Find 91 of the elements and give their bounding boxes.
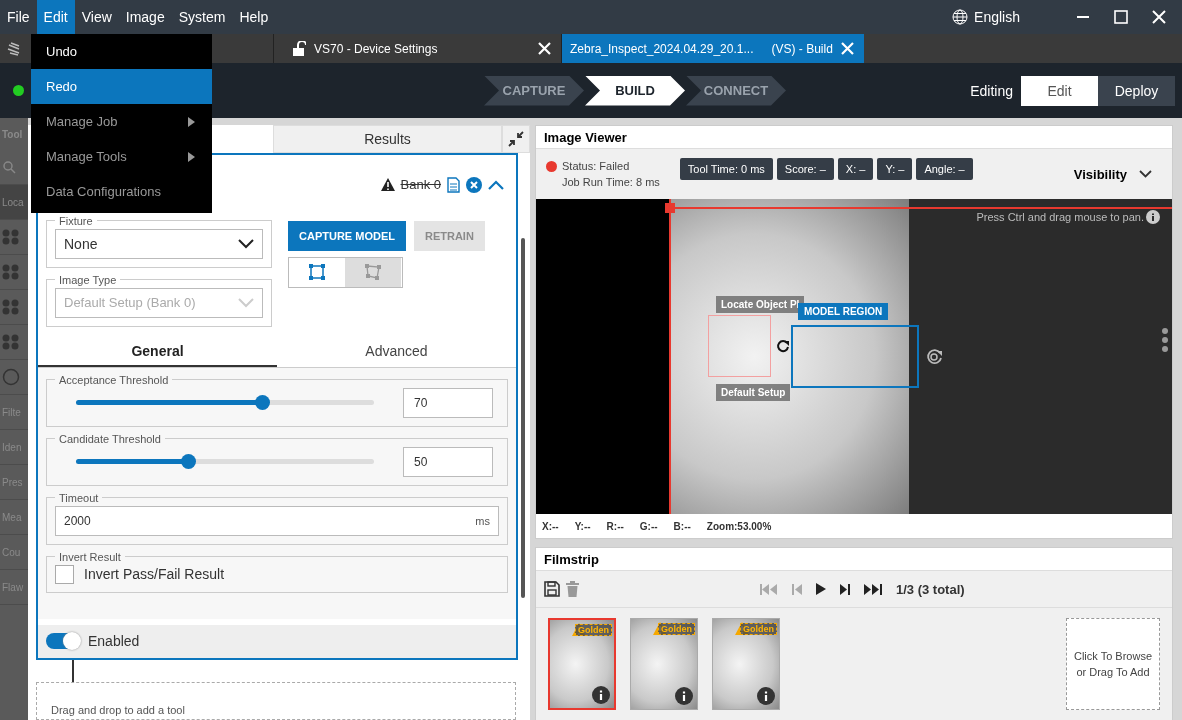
visibility-dropdown[interactable]: Visibility	[1073, 166, 1152, 182]
info-icon[interactable]	[1146, 210, 1160, 224]
play-icon[interactable]	[816, 583, 826, 595]
image-thumbnail[interactable]: Golden	[548, 618, 616, 710]
model-button[interactable]: CAPTURE MODEL	[288, 221, 406, 251]
status-text: Status: Failed	[562, 160, 630, 172]
menu-item[interactable]: File	[0, 0, 37, 34]
pan-hint: Press Ctrl and drag mouse to pan.	[976, 211, 1144, 223]
toggle-label: Enabled	[88, 633, 140, 650]
frame-counter: 1/3 (3 total)	[896, 581, 965, 597]
settings-tab[interactable]: Advanced	[277, 337, 516, 365]
checkbox[interactable]	[55, 565, 74, 584]
tool-drop-zone[interactable]: Drag and drop to add a tool	[36, 682, 516, 720]
mode-button[interactable]: Edit	[1021, 75, 1098, 106]
menu-option[interactable]: Redo	[31, 69, 212, 104]
info-icon[interactable]	[757, 687, 775, 705]
number-field[interactable]: 70	[403, 388, 493, 418]
bank-label: Bank 0	[400, 177, 441, 193]
pixel-readout: G:--	[639, 520, 658, 532]
rectangle-icon	[308, 263, 326, 282]
maximize-icon[interactable]	[1114, 10, 1128, 24]
enabled-toggle[interactable]	[46, 633, 80, 650]
menu-item[interactable]: View	[74, 0, 119, 34]
run-time-text: Job Run Time: 8 ms	[561, 176, 660, 188]
result-chip: Tool Time: 0 ms	[679, 158, 773, 180]
menu-item[interactable]: System	[171, 0, 233, 34]
result-chip: Score: –	[776, 158, 834, 180]
chevron-up-icon[interactable]	[488, 180, 504, 190]
field-label: Candidate Threshold	[58, 433, 162, 445]
menu-item[interactable]: Image	[118, 0, 172, 34]
dropdown[interactable]: None	[55, 229, 263, 259]
field-label: Invert Result	[58, 551, 122, 563]
image-thumbnail[interactable]: Golden	[712, 618, 780, 710]
tool-overlay-label: Default Setup	[716, 384, 791, 401]
panel-title: Filmstrip	[536, 548, 1172, 571]
field-label: Image Type	[58, 274, 118, 286]
pixel-readout: Y:--	[574, 520, 591, 532]
chevron-down-icon	[238, 298, 254, 308]
golden-badge: Golden	[740, 623, 777, 635]
golden-badge: Golden	[575, 624, 612, 636]
save-icon[interactable]	[544, 581, 560, 597]
model-region-box[interactable]	[791, 325, 919, 388]
field-label: Fixture	[58, 215, 94, 227]
close-icon[interactable]	[1152, 10, 1166, 24]
settings-tab[interactable]: General	[38, 337, 277, 367]
rotate-icon[interactable]	[926, 348, 944, 366]
result-chip: Angle: –	[916, 158, 973, 180]
golden-badge: Golden	[658, 623, 695, 635]
workflow-step[interactable]: CONNECT	[686, 75, 786, 106]
next-frame-icon[interactable]	[840, 583, 850, 595]
number-field[interactable]: 50	[403, 447, 493, 477]
globe-icon	[952, 9, 969, 25]
pixel-readout: B:--	[673, 520, 691, 532]
collapse-icon[interactable]	[507, 130, 525, 148]
panel-tab[interactable]: Results	[273, 125, 502, 153]
menu-item[interactable]: Edit	[36, 0, 75, 34]
timeout-field[interactable]: 2000 ms	[55, 506, 499, 536]
document-icon[interactable]	[447, 177, 460, 193]
field-label: Acceptance Threshold	[58, 374, 170, 386]
chevron-down-icon	[1139, 170, 1152, 178]
last-frame-icon[interactable]	[864, 583, 882, 595]
close-icon[interactable]	[840, 42, 854, 55]
result-chip: Y: –	[877, 158, 913, 180]
language-selector[interactable]: English	[952, 9, 1020, 25]
polygon-icon	[364, 263, 382, 282]
region-handle[interactable]	[665, 203, 675, 213]
image-drop-zone[interactable]: Click To Browse or Drag To Add	[1066, 618, 1160, 710]
image-thumbnail[interactable]: Golden	[630, 618, 698, 710]
workflow-step[interactable]: BUILD	[585, 75, 685, 106]
close-icon[interactable]	[538, 42, 551, 55]
model-region-label: MODEL REGION	[798, 303, 889, 320]
pixel-readout: X:--	[542, 520, 559, 532]
menu-item[interactable]: Help	[232, 0, 276, 34]
workflow-step[interactable]: CAPTURE	[484, 75, 584, 106]
menu-option[interactable]: Undo	[31, 34, 212, 69]
mode-label: Editing	[970, 82, 1013, 99]
pixel-readout: Zoom:53.00%	[706, 520, 772, 532]
document-tab[interactable]: Zebra_Inspect_2024.04.29_20.1... (VS) - Build	[562, 34, 864, 63]
close-circle-icon[interactable]	[466, 177, 482, 193]
pixel-readout: R:--	[606, 520, 624, 532]
chevron-down-icon	[238, 239, 254, 249]
result-chip: X: –	[837, 158, 874, 180]
info-icon[interactable]	[592, 686, 610, 704]
field-label: Timeout	[58, 492, 100, 504]
info-icon[interactable]	[675, 687, 693, 705]
located-object-box	[708, 315, 771, 377]
checkbox-label: Invert Pass/Fail Result	[84, 566, 225, 583]
mode-button[interactable]: Deploy	[1098, 75, 1175, 106]
more-options-icon[interactable]	[1161, 327, 1169, 353]
rotate-icon[interactable]	[776, 339, 790, 353]
delete-icon[interactable]	[566, 581, 579, 597]
